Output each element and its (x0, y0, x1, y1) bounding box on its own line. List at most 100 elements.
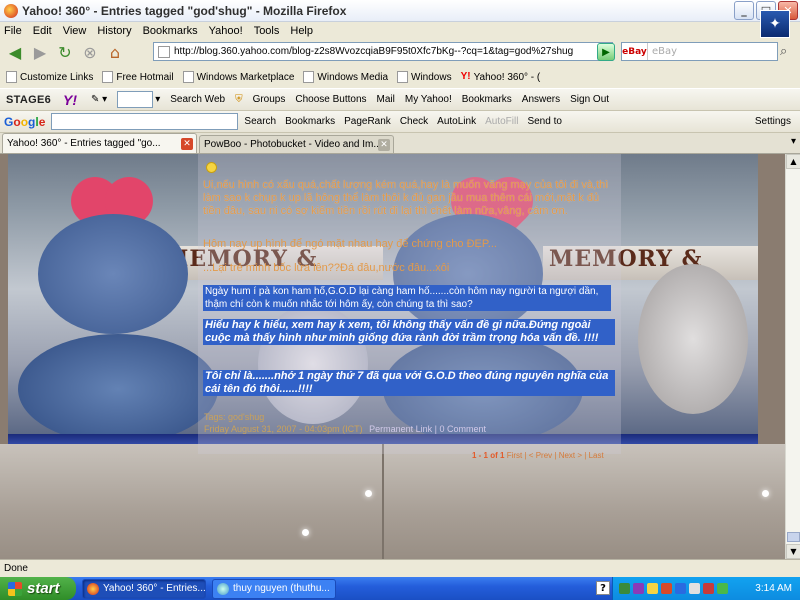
start-button[interactable]: start (0, 577, 76, 600)
tray-icon-update[interactable] (717, 583, 728, 594)
menu-tools[interactable]: Tools (254, 25, 280, 37)
status-text: Done (4, 563, 28, 574)
throbber-icon: ✦ (760, 10, 790, 38)
page-icon (102, 71, 114, 83)
page-icon (158, 45, 170, 58)
tab-list-icon[interactable]: ▾ (791, 136, 796, 147)
search-box[interactable]: eBay eBay (621, 42, 778, 61)
close-tab-icon[interactable]: ✕ (181, 137, 193, 150)
my-yahoo-button[interactable]: My Yahoo! (405, 94, 452, 105)
entry-highlight-3: Tôi chỉ là.......nhớ 1 ngày thứ 7 đã qua… (203, 370, 615, 396)
vertical-scrollbar[interactable]: ▲ ▼ (785, 154, 800, 559)
home-icon[interactable]: ⌂ (104, 42, 126, 64)
send-to-button[interactable]: Send to (527, 116, 561, 127)
windows-logo-icon (8, 581, 22, 596)
permalink-link[interactable]: Permanent Link | 0 Comment (369, 424, 486, 434)
autofill-button[interactable]: AutoFill (485, 116, 518, 127)
yahoo-logo[interactable]: Y! (63, 92, 77, 108)
bookmarks-toolbar: Customize Links Free Hotmail Windows Mar… (0, 66, 800, 88)
entry-text-2: Hôm nay up hình để ngó mặt nhau hay để c… (203, 238, 497, 250)
pager-first[interactable]: First (507, 451, 523, 460)
tray-clock[interactable]: 3:14 AM (755, 583, 792, 594)
tab-photobucket[interactable]: PowBoo - Photobucket - Video and Im... ✕ (199, 135, 394, 153)
page-content: MEMORY & MEMORY & Ui,nếu hình có xấu quá… (0, 154, 785, 559)
tray-icon-antivirus[interactable] (703, 583, 714, 594)
tray-icon-security[interactable] (661, 583, 672, 594)
choose-buttons-button[interactable]: Choose Buttons (295, 94, 366, 105)
google-logo[interactable]: Google (4, 115, 45, 129)
minimize-button[interactable]: _ (734, 1, 754, 20)
menu-file[interactable]: File (4, 25, 22, 37)
entry-highlight-1: Ngày hum í pà kon ham hố,G.O.D lại càng … (203, 285, 611, 311)
entry-tags-link[interactable]: Tags: god'shug (204, 412, 264, 422)
back-icon[interactable]: ◀ (4, 42, 26, 64)
forward-icon[interactable]: ▶ (29, 42, 51, 64)
go-button[interactable]: ▶ (597, 43, 615, 61)
groups-button[interactable]: Groups (253, 94, 286, 105)
tray-icon-network[interactable] (619, 583, 630, 594)
taskbar-item-messenger[interactable]: thuy nguyen (thuthu... (212, 578, 336, 599)
help-icon[interactable]: ? (596, 581, 610, 595)
scroll-thumb[interactable] (787, 532, 800, 542)
bookmark-windows[interactable]: Windows (397, 71, 452, 83)
autolink-button[interactable]: AutoLink (437, 116, 476, 127)
pencil-icon[interactable]: ✎ ▾ (91, 94, 107, 105)
sign-out-button[interactable]: Sign Out (570, 94, 609, 105)
pager-last[interactable]: Last (589, 451, 604, 460)
bookmark-free-hotmail[interactable]: Free Hotmail (102, 71, 174, 83)
menu-view[interactable]: View (63, 25, 87, 37)
answers-button[interactable]: Answers (522, 94, 560, 105)
bookmark-windows-marketplace[interactable]: Windows Marketplace (182, 71, 294, 83)
spell-check-button[interactable]: Check (400, 116, 428, 127)
scroll-down-icon[interactable]: ▼ (786, 544, 800, 559)
tab-yahoo-360[interactable]: Yahoo! 360° - Entries tagged "go... ✕ (2, 133, 197, 153)
settings-button[interactable]: Settings (755, 116, 791, 127)
bookmark-yahoo-360[interactable]: Y! Yahoo! 360° - ( (461, 71, 541, 83)
google-toolbar: Google Search Bookmarks PageRank Check A… (0, 111, 800, 133)
menu-yahoo[interactable]: Yahoo! (209, 25, 243, 37)
yahoo-search-input[interactable] (117, 91, 154, 108)
yahoo-icon: Y! (460, 71, 471, 82)
search-web-button[interactable]: Search Web (170, 94, 225, 105)
messenger-icon (217, 582, 229, 595)
page-icon (397, 71, 409, 83)
entry-highlight-2: Hiểu hay k hiểu, xem hay k xem, tôi khôn… (203, 319, 615, 345)
mail-button[interactable]: Mail (377, 94, 395, 105)
stage6-logo[interactable]: STAGE6 (6, 94, 51, 106)
scroll-up-icon[interactable]: ▲ (786, 154, 800, 169)
pager-next[interactable]: Next > (559, 451, 582, 460)
yahoo-search-dropdown[interactable]: ▾ (155, 94, 160, 105)
menu-edit[interactable]: Edit (33, 25, 52, 37)
menu-bookmarks[interactable]: Bookmarks (143, 25, 198, 37)
tray-icon-messenger[interactable] (647, 583, 658, 594)
tray-icon-yahoo[interactable] (633, 583, 644, 594)
windows-taskbar: start Yahoo! 360° - Entries... thuy nguy… (0, 577, 800, 600)
menu-help[interactable]: Help (290, 25, 313, 37)
google-search-button[interactable]: Search (244, 116, 276, 127)
bookmarks-button[interactable]: Bookmarks (462, 94, 512, 105)
taskbar-item-firefox[interactable]: Yahoo! 360° - Entries... (82, 578, 206, 599)
window-titlebar: Yahoo! 360° - Entries tagged "god'shug" … (0, 0, 800, 22)
stop-icon[interactable]: ⊗ (79, 42, 101, 64)
window-title: Yahoo! 360° - Entries tagged "god'shug" … (22, 3, 347, 18)
google-search-input[interactable] (51, 113, 239, 130)
search-icon[interactable]: ⌕ (780, 44, 787, 59)
search-input[interactable]: eBay (648, 46, 677, 57)
entry-text-1: Ui,nếu hình có xấu quá,chất lượng kém qu… (203, 179, 609, 217)
reload-icon[interactable]: ↻ (54, 42, 76, 64)
tray-icon-bluetooth[interactable] (675, 583, 686, 594)
bookmark-customize-links[interactable]: Customize Links (6, 71, 93, 83)
system-tray: 3:14 AM (612, 577, 800, 600)
url-bar[interactable]: http://blog.360.yahoo.com/blog-z2s8Wvozc… (153, 42, 613, 61)
pager-prev[interactable]: < Prev (529, 451, 552, 460)
search-engine-selector[interactable]: eBay (622, 43, 648, 60)
bookmark-windows-media[interactable]: Windows Media (303, 71, 388, 83)
menu-history[interactable]: History (97, 25, 131, 37)
tray-icon-volume[interactable] (689, 583, 700, 594)
shield-icon[interactable]: ⛨ (235, 94, 243, 105)
google-bookmarks-button[interactable]: Bookmarks (285, 116, 335, 127)
entry-meta: Friday August 31, 2007 - 04:03pm (ICT) P… (204, 424, 486, 434)
pager-range: 1 - 1 of 1 (472, 451, 505, 460)
navigation-toolbar: ◀ ▶ ↻ ⊗ ⌂ http://blog.360.yahoo.com/blog… (0, 39, 800, 66)
close-tab-icon[interactable]: ✕ (378, 138, 390, 151)
